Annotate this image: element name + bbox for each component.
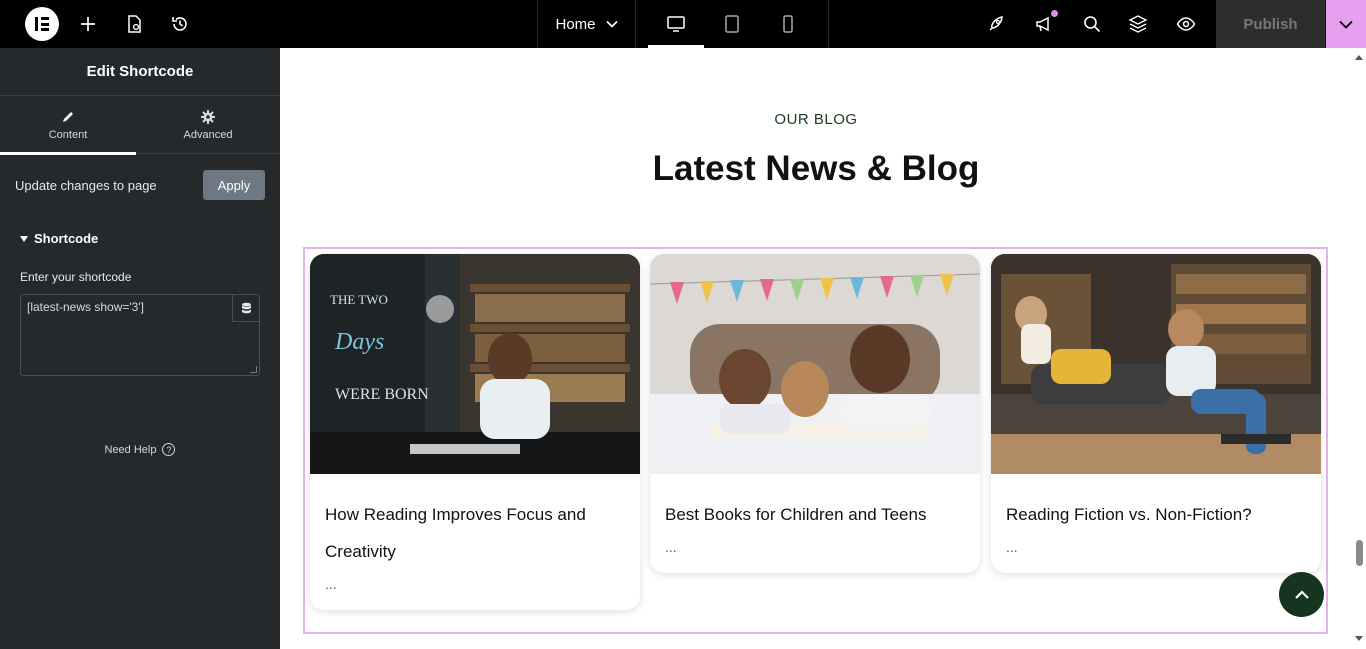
tab-content[interactable]: Content: [0, 96, 136, 154]
blog-card[interactable]: Reading Fiction vs. Non-Fiction? ...: [991, 254, 1321, 573]
top-bar: Home Publish: [0, 0, 1366, 48]
publish-button[interactable]: Publish: [1216, 0, 1325, 48]
tab-advanced-label: Advanced: [183, 129, 233, 141]
update-label: Update changes to page: [15, 177, 157, 193]
gear-icon: [201, 110, 215, 124]
blog-card[interactable]: THE TWO Days WERE BORN How Reading Impro…: [310, 254, 640, 610]
svg-text:THE TWO: THE TWO: [330, 292, 388, 307]
rocket-icon[interactable]: [984, 12, 1008, 36]
page-select-label: Home: [555, 15, 596, 33]
dynamic-tags-button[interactable]: [232, 295, 259, 322]
need-help-link[interactable]: Need Help ?: [0, 443, 280, 456]
section-title: Shortcode: [34, 231, 99, 246]
post-excerpt: ...: [665, 539, 677, 555]
post-title[interactable]: How Reading Improves Focus and Creativit…: [310, 474, 640, 570]
scroll-up-arrow[interactable]: [1355, 55, 1363, 60]
caret-down-icon: [20, 235, 28, 242]
tab-advanced[interactable]: Advanced: [140, 96, 276, 154]
desktop-icon[interactable]: [664, 12, 688, 36]
tab-content-label: Content: [48, 129, 88, 141]
preview-canvas: OUR BLOG Latest News & Blog THE TWO Days…: [280, 48, 1352, 649]
shortcode-field-label: Enter your shortcode: [20, 270, 132, 284]
post-excerpt: ...: [325, 576, 337, 592]
chevron-up-icon: [1294, 590, 1309, 599]
need-help-label: Need Help: [104, 443, 157, 456]
mobile-icon[interactable]: [776, 12, 800, 36]
post-title[interactable]: Reading Fiction vs. Non-Fiction?: [991, 474, 1321, 533]
chevron-down-icon: [1339, 20, 1353, 29]
post-excerpt: ...: [1006, 539, 1018, 555]
layers-icon[interactable]: [1126, 12, 1150, 36]
shortcode-textarea[interactable]: [latest-news show='3']: [20, 294, 260, 376]
post-thumbnail[interactable]: [650, 254, 980, 474]
scrollbar-thumb[interactable]: [1356, 540, 1363, 566]
post-thumbnail[interactable]: [991, 254, 1321, 474]
plus-icon[interactable]: [76, 12, 100, 36]
blog-card[interactable]: Best Books for Children and Teens ...: [650, 254, 980, 573]
post-title[interactable]: Best Books for Children and Teens: [650, 474, 980, 533]
update-row: Update changes to page Apply: [15, 170, 265, 200]
publish-options-button[interactable]: [1326, 0, 1366, 48]
panel-title: Edit Shortcode: [0, 48, 280, 96]
search-icon[interactable]: [1080, 12, 1104, 36]
section-kicker: OUR BLOG: [774, 111, 858, 128]
svg-text:Days: Days: [334, 329, 384, 355]
eye-icon[interactable]: [1174, 12, 1198, 36]
canvas-scrollbar[interactable]: [1352, 48, 1366, 649]
tablet-icon[interactable]: [720, 12, 744, 36]
apply-button[interactable]: Apply: [203, 170, 265, 200]
post-thumbnail[interactable]: THE TWO Days WERE BORN: [310, 254, 640, 474]
scroll-down-arrow[interactable]: [1355, 636, 1363, 641]
page-settings-icon[interactable]: [122, 12, 146, 36]
elementor-logo-icon[interactable]: [25, 7, 59, 41]
chevron-down-icon: [605, 20, 618, 28]
pencil-icon: [63, 112, 73, 122]
history-icon[interactable]: [168, 12, 192, 36]
active-tab-indicator: [0, 152, 136, 155]
notification-dot: [1051, 10, 1058, 17]
page-select[interactable]: Home: [538, 0, 635, 48]
editor-panel: Edit Shortcode Content Advanced Update c…: [0, 48, 280, 649]
panel-tabs: Content Advanced: [0, 96, 280, 155]
section-heading: Latest News & Blog: [652, 149, 980, 188]
question-icon: ?: [162, 443, 176, 456]
shortcode-value: [latest-news show='3']: [27, 300, 144, 314]
resize-handle[interactable]: [250, 366, 257, 373]
section-shortcode-toggle[interactable]: Shortcode: [20, 231, 98, 246]
scroll-to-top-button[interactable]: [1279, 572, 1324, 617]
svg-text:WERE BORN: WERE BORN: [335, 386, 429, 403]
database-icon: [241, 302, 251, 314]
